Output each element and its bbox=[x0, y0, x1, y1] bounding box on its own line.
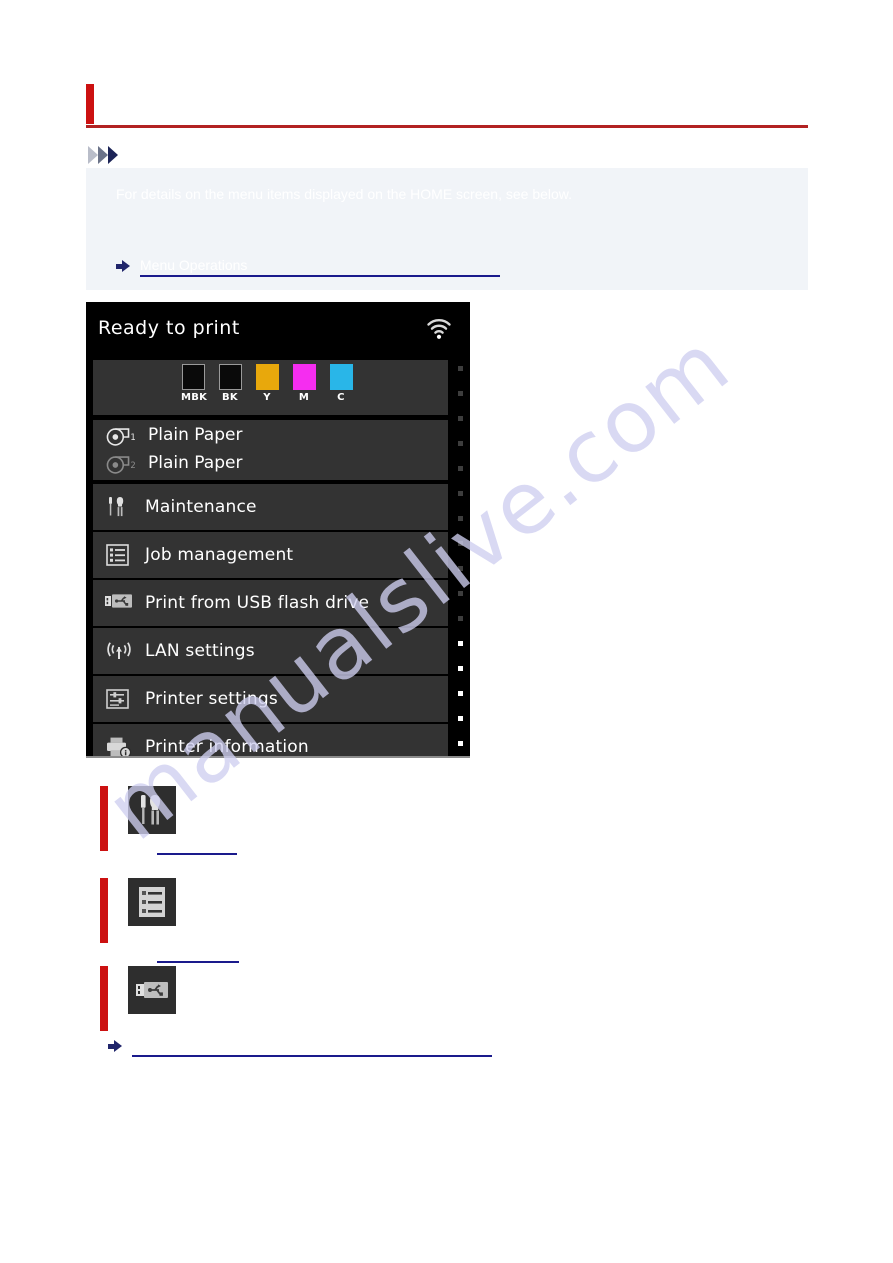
arrow-right-icon bbox=[108, 1039, 122, 1053]
ink-swatch-c: C bbox=[329, 364, 353, 403]
scrollbar-thumb-dot[interactable] bbox=[458, 666, 463, 671]
lcd-status-bar: Ready to print bbox=[86, 302, 470, 357]
usb-flash-drive-icon bbox=[105, 591, 133, 615]
ink-label: BK bbox=[222, 392, 238, 403]
note-heading: Note bbox=[88, 144, 161, 166]
lcd-menu-item-printer-settings[interactable]: Printer settings bbox=[93, 676, 448, 722]
document-page: Menu Structure Note For details on the m… bbox=[0, 0, 893, 1263]
section-link[interactable]: Job management bbox=[157, 928, 239, 963]
ink-label: Y bbox=[263, 392, 271, 403]
printer-settings-icon bbox=[105, 687, 133, 711]
ink-color-chip bbox=[181, 364, 205, 390]
ink-label: C bbox=[337, 392, 345, 403]
arrow-right-icon bbox=[116, 259, 130, 273]
wifi-icon bbox=[427, 319, 451, 339]
scrollbar-track-dot[interactable] bbox=[458, 466, 463, 471]
scrollbar-thumb-dot[interactable] bbox=[458, 641, 463, 646]
paper-roll-2-icon: 2 bbox=[105, 454, 137, 476]
ink-color-chip bbox=[292, 364, 316, 390]
scrollbar-track-dot[interactable] bbox=[458, 491, 463, 496]
usb-flash-drive-icon bbox=[128, 966, 176, 1014]
lcd-menu-item-printer-information[interactable]: Printer information bbox=[93, 724, 448, 757]
lcd-menu-item-lan-settings[interactable]: LAN settings bbox=[93, 628, 448, 674]
lcd-menu-item-maintenance[interactable]: Maintenance bbox=[93, 484, 448, 530]
chevron-right-icon bbox=[108, 146, 121, 164]
ink-color-chip bbox=[329, 364, 353, 390]
lan-settings-icon bbox=[105, 639, 133, 663]
lcd-menu-item-label: Job management bbox=[145, 545, 294, 565]
paper-type-label: Plain Paper bbox=[148, 453, 243, 473]
note-body-text: For details on the menu items displayed … bbox=[116, 186, 573, 202]
scrollbar-track-dot[interactable] bbox=[458, 391, 463, 396]
scrollbar-track-dot[interactable] bbox=[458, 516, 463, 521]
section-title: Job management bbox=[190, 888, 322, 905]
ink-swatch-y: Y bbox=[255, 364, 279, 403]
page-title: Menu Structure bbox=[108, 88, 270, 113]
lcd-scrollbar[interactable] bbox=[451, 360, 467, 756]
section-title: Print from USB flash drive bbox=[190, 976, 390, 993]
ink-label: MBK bbox=[181, 392, 208, 403]
ink-swatch-bk: BK bbox=[218, 364, 242, 403]
scrollbar-thumb-dot[interactable] bbox=[458, 741, 463, 746]
ink-color-chip bbox=[255, 364, 279, 390]
lcd-menu-item-print-from-usb-flash-drive[interactable]: Print from USB flash drive bbox=[93, 580, 448, 626]
note-link-row[interactable]: Menu Operations bbox=[116, 256, 500, 277]
title-divider bbox=[86, 125, 808, 128]
paper-roll-1-icon: 1 bbox=[105, 426, 137, 448]
section-accent-bar bbox=[100, 786, 108, 851]
page-title-block: Menu Structure bbox=[86, 84, 808, 132]
svg-text:1: 1 bbox=[130, 432, 135, 442]
section-accent-bar bbox=[100, 966, 108, 1031]
maintenance-icon bbox=[105, 495, 133, 519]
lcd-menu-item-job-management[interactable]: Job management bbox=[93, 532, 448, 578]
lcd-status-text: Ready to print bbox=[98, 317, 240, 339]
bottom-link-row[interactable]: Printing Data Saved on USB Flash Drive bbox=[108, 1036, 492, 1057]
note-label: Note bbox=[130, 147, 162, 163]
note-link[interactable]: Menu Operations bbox=[140, 256, 500, 277]
ink-swatch-row: MBK BK Y M C bbox=[181, 364, 353, 403]
paper-source-line[interactable]: 2 Plain Paper bbox=[93, 451, 448, 479]
job-management-icon bbox=[105, 543, 133, 567]
svg-text:2: 2 bbox=[130, 460, 135, 470]
lcd-paper-row[interactable]: 1 Plain Paper 2 Plain Paper bbox=[93, 420, 448, 480]
section-title: Maintenance bbox=[190, 796, 287, 813]
printer-lcd-screen: Ready to print MBK BK Y M C 1 Plain Paper 2 Pla… bbox=[86, 302, 470, 758]
scrollbar-track-dot[interactable] bbox=[458, 541, 463, 546]
scrollbar-track-dot[interactable] bbox=[458, 416, 463, 421]
scrollbar-thumb-dot[interactable] bbox=[458, 691, 463, 696]
paper-source-line[interactable]: 1 Plain Paper bbox=[93, 423, 448, 451]
lcd-menu-item-label: Printer information bbox=[145, 737, 309, 757]
lcd-menu-item-label: LAN settings bbox=[145, 641, 255, 661]
section-accent-bar bbox=[100, 878, 108, 943]
note-box: For details on the menu items displayed … bbox=[86, 168, 808, 290]
section-link[interactable]: Maintenance bbox=[157, 836, 238, 855]
ink-color-chip bbox=[218, 364, 242, 390]
scrollbar-track-dot[interactable] bbox=[458, 441, 463, 446]
ink-label: M bbox=[298, 392, 310, 403]
scrollbar-track-dot[interactable] bbox=[458, 566, 463, 571]
title-accent-bar bbox=[86, 84, 94, 124]
scrollbar-track-dot[interactable] bbox=[458, 591, 463, 596]
ink-swatch-m: M bbox=[292, 364, 316, 403]
scrollbar-track-dot[interactable] bbox=[458, 616, 463, 621]
maintenance-icon bbox=[128, 786, 176, 834]
ink-swatch-mbk: MBK bbox=[181, 364, 208, 403]
lcd-menu-item-label: Printer settings bbox=[145, 689, 278, 709]
lcd-menu-item-label: Maintenance bbox=[145, 497, 257, 517]
paper-type-label: Plain Paper bbox=[148, 425, 243, 445]
scrollbar-thumb-dot[interactable] bbox=[458, 716, 463, 721]
job-management-icon bbox=[128, 878, 176, 926]
lcd-menu-item-label: Print from USB flash drive bbox=[145, 593, 370, 613]
ink-level-panel: MBK BK Y M C bbox=[93, 360, 448, 415]
printer-information-icon bbox=[105, 735, 133, 756]
bottom-link[interactable]: Printing Data Saved on USB Flash Drive bbox=[132, 1036, 492, 1057]
scrollbar-track-dot[interactable] bbox=[458, 366, 463, 371]
